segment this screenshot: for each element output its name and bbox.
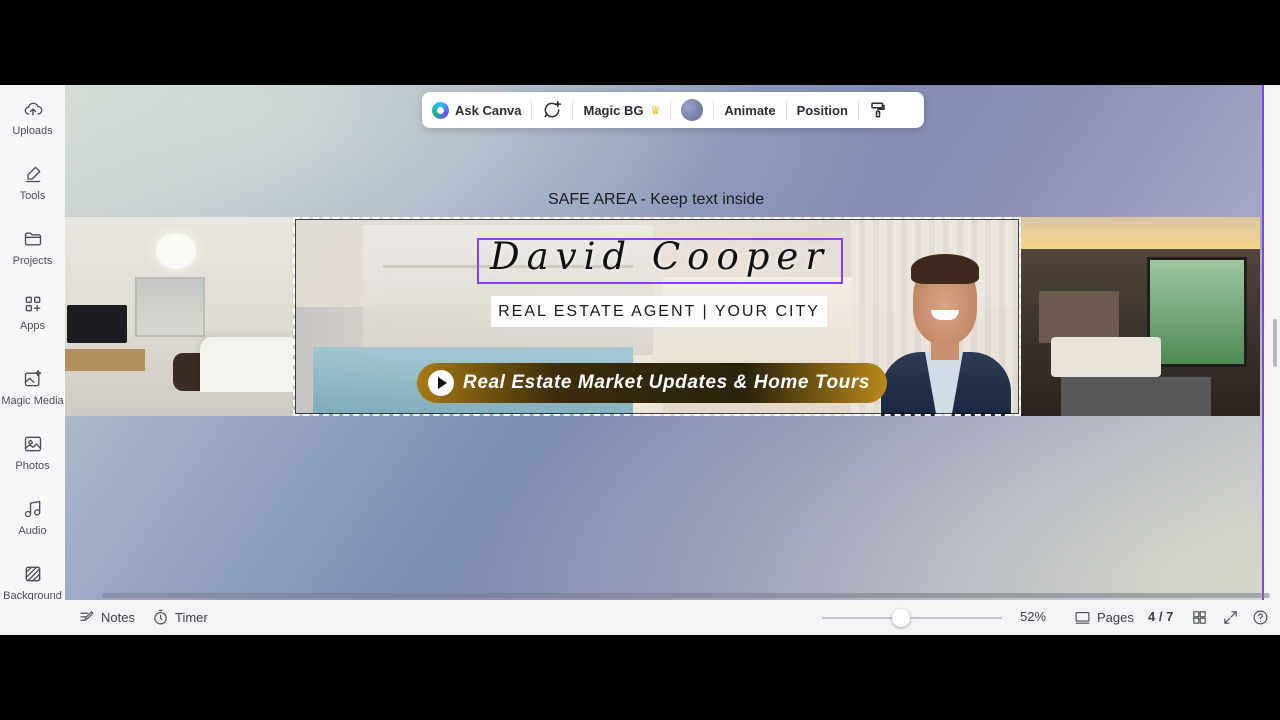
bed-shape (1051, 337, 1161, 377)
position-button[interactable]: Position (787, 92, 858, 128)
sidebar-item-label: Photos (15, 460, 50, 472)
sidebar-item-tools[interactable]: Tools (0, 164, 65, 224)
design-canvas[interactable]: Ask Canva Magic BG ♛ Animate Position SA… (65, 85, 1262, 600)
color-button[interactable] (671, 92, 713, 128)
shelf-shape (65, 349, 145, 371)
bedroom-photo[interactable] (1021, 217, 1260, 416)
magic-bg-label: Magic BG (583, 102, 644, 118)
window-shape (135, 277, 205, 337)
pages-button[interactable]: Pages (1074, 609, 1134, 626)
safe-area-label: SAFE AREA - Keep text inside (548, 191, 765, 208)
ask-canva-icon (432, 101, 449, 119)
rug-shape (1061, 377, 1211, 416)
sidebar-item-photos[interactable]: Photos (0, 434, 65, 494)
timer-icon (154, 609, 167, 625)
zoom-slider-thumb[interactable] (892, 609, 911, 627)
zoom-percent-button[interactable]: 52% (1020, 609, 1046, 624)
cloud-upload-icon (24, 102, 42, 116)
comment-add-icon (545, 100, 562, 118)
tv-shape (67, 305, 127, 343)
canva-editor: Uploads Tools Projects Apps Magic Media … (0, 85, 1280, 635)
pen-tool-icon (25, 166, 40, 183)
canvas-selection-edge (1262, 85, 1264, 600)
help-icon (1253, 610, 1268, 625)
grid-view-button[interactable] (1191, 609, 1214, 626)
headboard-shape (1039, 291, 1119, 343)
notes-label: Notes (101, 610, 135, 625)
magic-media-icon (24, 370, 41, 387)
pages-label: Pages (1097, 610, 1134, 625)
vertical-scroll-thumb[interactable] (1273, 319, 1277, 367)
sidebar-item-projects[interactable]: Projects (0, 229, 65, 289)
position-label: Position (796, 102, 848, 118)
horizontal-scrollbar[interactable] (102, 593, 1270, 598)
magic-bg-button[interactable]: Magic BG ♛ (573, 92, 670, 128)
pendant-lamp-shape (156, 233, 196, 269)
sidebar-item-uploads[interactable]: Uploads (0, 99, 65, 159)
sidebar-item-label: Uploads (12, 125, 53, 137)
background-pattern-icon (25, 566, 40, 582)
zoom-percent: 52% (1020, 609, 1047, 624)
floating-toolbar: Ask Canva Magic BG ♛ Animate Position (422, 92, 924, 128)
sidebar-item-magic-media[interactable]: Magic Media (0, 369, 65, 429)
music-note-icon (24, 500, 40, 518)
animate-button[interactable]: Animate (714, 92, 785, 128)
sidebar-item-audio[interactable]: Audio (0, 499, 65, 559)
zoom-slider-fill (822, 617, 902, 619)
banner-design[interactable]: David Cooper REAL ESTATE AGENT | YOUR CI… (65, 217, 1260, 416)
animate-label: Animate (724, 102, 776, 118)
bottom-bar: Notes Timer 52% Pages 4 / 7 (0, 600, 1280, 635)
page-indicator-text: 4 / 7 (1148, 609, 1174, 624)
photo-icon (24, 436, 41, 452)
sidebar-item-label: Tools (19, 190, 46, 202)
crown-icon: ♛ (650, 104, 661, 117)
copy-style-button[interactable] (859, 92, 897, 128)
grid-view-icon (1193, 611, 1206, 624)
color-swatch-icon (681, 99, 704, 121)
help-button[interactable] (1252, 609, 1275, 626)
timer-button[interactable]: Timer (152, 609, 208, 626)
fullscreen-button[interactable] (1222, 609, 1245, 626)
folder-icon (24, 232, 41, 246)
notes-button[interactable]: Notes (78, 609, 135, 626)
paint-roller-icon (871, 102, 885, 118)
notes-icon (80, 611, 94, 621)
expand-icon (1224, 611, 1237, 624)
living-room-photo[interactable] (65, 217, 295, 416)
ceiling-light-shape (1021, 217, 1260, 249)
ask-canva-button[interactable]: Ask Canva (422, 92, 531, 128)
sidebar-item-apps[interactable]: Apps (0, 294, 65, 354)
timer-label: Timer (175, 610, 208, 625)
garden-window-shape (1147, 257, 1247, 367)
left-sidebar: Uploads Tools Projects Apps Magic Media … (0, 85, 65, 602)
sidebar-item-label: Apps (19, 320, 46, 332)
page-indicator: 4 / 7 (1148, 609, 1173, 624)
pages-icon (1075, 611, 1090, 624)
safe-area-frame (293, 217, 1021, 416)
sofa-shape (200, 337, 295, 392)
comment-button[interactable] (532, 92, 572, 128)
sidebar-item-label: Projects (12, 255, 53, 267)
ask-canva-label: Ask Canva (455, 102, 522, 118)
sidebar-item-label: Audio (18, 525, 47, 537)
apps-grid-icon (25, 296, 40, 312)
sidebar-item-label: Magic Media (1, 395, 64, 407)
